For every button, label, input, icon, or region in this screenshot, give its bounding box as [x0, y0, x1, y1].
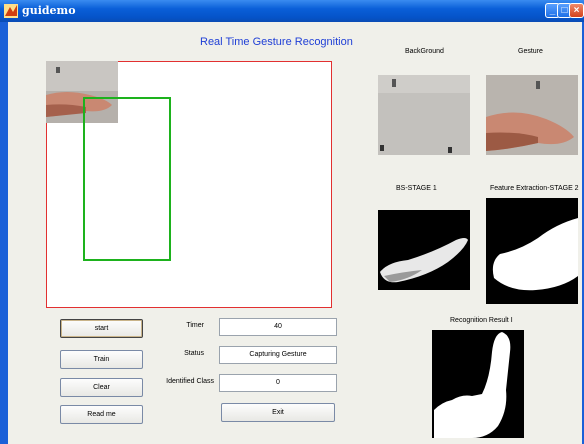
- recognition-result-image: [432, 330, 524, 438]
- bs-stage-label: BS-STAGE 1: [396, 185, 437, 192]
- timer-field: 40: [219, 318, 337, 336]
- read-me-button[interactable]: Read me: [60, 405, 143, 424]
- status-label: Status: [184, 350, 204, 357]
- page-title: Real Time Gesture Recognition: [200, 36, 353, 48]
- gesture-image: [486, 75, 578, 155]
- background-label: BackGround: [405, 48, 444, 55]
- roi-box: [83, 97, 171, 261]
- matlab-icon: [4, 4, 18, 18]
- timer-label: Timer: [186, 322, 204, 329]
- clear-button[interactable]: Clear: [60, 378, 143, 397]
- identified-class-label: Identified Class: [166, 378, 214, 385]
- gesture-label: Gesture: [518, 48, 543, 55]
- title-bar[interactable]: guidemo _ □ ×: [0, 0, 584, 22]
- recognition-result-label: Recognition Result I: [450, 317, 513, 324]
- identified-class-field: 0: [219, 374, 337, 392]
- status-field: Capturing Gesture: [219, 346, 337, 364]
- window-frame-left: [0, 22, 8, 444]
- app-window: guidemo _ □ × Real Time Gesture Recognit…: [0, 0, 584, 444]
- close-icon[interactable]: ×: [569, 3, 584, 18]
- train-button[interactable]: Train: [60, 350, 143, 369]
- window-title: guidemo: [22, 4, 76, 17]
- background-image: [378, 75, 470, 155]
- feature-extraction-image: [486, 198, 578, 304]
- start-button[interactable]: start: [60, 319, 143, 338]
- bs-stage-image: [378, 210, 470, 290]
- feature-extraction-label: Feature Extraction-STAGE 2: [490, 185, 579, 192]
- exit-button[interactable]: Exit: [221, 403, 335, 422]
